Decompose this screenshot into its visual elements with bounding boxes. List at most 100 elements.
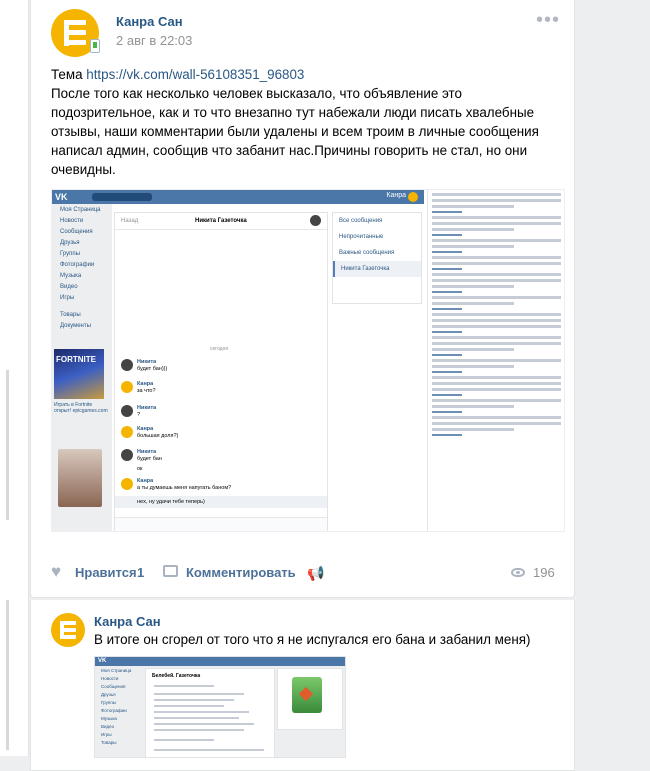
comment-button[interactable]: Комментировать bbox=[186, 565, 296, 580]
sidebar-item: Группы bbox=[101, 700, 116, 705]
sidebar-item: Товары bbox=[101, 740, 117, 745]
sidebar-item: Сообщения bbox=[101, 684, 126, 689]
attached-screenshot[interactable]: VK Канра Моя Страница Новости Сообщения … bbox=[51, 189, 565, 532]
thread-line bbox=[432, 245, 515, 248]
chat-day: сегодня bbox=[210, 346, 229, 352]
sidebar-item: Друзья bbox=[101, 692, 116, 697]
thread-line bbox=[432, 302, 515, 305]
msg-author: Канра bbox=[137, 426, 154, 432]
thread-reply bbox=[432, 371, 462, 373]
thread-line bbox=[432, 348, 515, 351]
thread-line bbox=[432, 342, 561, 345]
thread-line bbox=[432, 193, 561, 196]
thread-line bbox=[432, 199, 561, 202]
thread-reply bbox=[432, 268, 462, 270]
msg-avatar bbox=[121, 449, 133, 461]
msg-text: за что? bbox=[137, 388, 156, 394]
thread-reply bbox=[432, 354, 462, 356]
thread-reply bbox=[432, 434, 462, 436]
post-link[interactable]: https://vk.com/wall-56108351_96803 bbox=[86, 67, 304, 82]
msg-avatar bbox=[121, 381, 133, 393]
comment-avatar[interactable] bbox=[51, 613, 85, 647]
thread-reply bbox=[432, 394, 462, 396]
msg-author: Канра bbox=[137, 478, 154, 484]
ad-title: FORTNITE bbox=[56, 355, 96, 364]
group-page: Белебей. Газеточка bbox=[145, 668, 275, 757]
sidebar-item: Игры bbox=[101, 732, 112, 737]
mobile-icon bbox=[90, 39, 100, 53]
text-line bbox=[154, 749, 264, 751]
like-count[interactable]: 1 bbox=[137, 565, 144, 580]
sidebar-item: Моя Страница bbox=[60, 207, 101, 213]
thread-reply bbox=[432, 211, 462, 213]
comment-screenshot[interactable]: VK Моя Страница Новости Сообщения Друзья… bbox=[94, 656, 346, 758]
thread-line bbox=[432, 205, 515, 208]
msg-author: Никита bbox=[137, 359, 157, 365]
chat-message-plain: нeх, ну удачи тебе теперь) bbox=[137, 499, 205, 505]
share-icon[interactable]: 📢 bbox=[307, 565, 324, 582]
msg-avatar bbox=[121, 405, 133, 417]
avatar-logo-stem bbox=[64, 20, 69, 46]
sidebar-item: Видео bbox=[60, 284, 78, 290]
like-button[interactable]: Нравится bbox=[75, 565, 137, 580]
divider bbox=[6, 600, 9, 750]
header-username: Канра bbox=[386, 192, 406, 199]
ad-image-person bbox=[58, 449, 102, 507]
page: Канра Сан 2 авг в 22:03 ••• Тема https:/… bbox=[0, 0, 650, 771]
thread-line bbox=[432, 365, 515, 368]
thread-line bbox=[432, 256, 561, 259]
comment-author[interactable]: Канра Сан bbox=[94, 614, 161, 629]
thread-line bbox=[432, 382, 561, 385]
text-line bbox=[154, 699, 234, 701]
comment-card: Канра Сан В итоге он сгорел от того что … bbox=[30, 600, 575, 771]
sidebar-item: Фотографии bbox=[101, 708, 127, 713]
text-line bbox=[154, 729, 244, 731]
thread-line bbox=[432, 262, 561, 265]
thread-line bbox=[432, 422, 561, 425]
thread-line bbox=[432, 336, 561, 339]
author-avatar[interactable] bbox=[51, 9, 100, 57]
heart-icon[interactable]: ♥ bbox=[51, 563, 67, 580]
vk-logo-icon: VK bbox=[55, 192, 68, 202]
header-avatar bbox=[408, 192, 418, 202]
vk-header: VK Канра bbox=[52, 190, 424, 204]
post-text-body: После того как несколько человек высказа… bbox=[51, 86, 539, 177]
more-options-icon[interactable]: ••• bbox=[536, 10, 559, 30]
thread-line bbox=[432, 376, 561, 379]
msg-text: будет бан))) bbox=[137, 366, 168, 372]
thread-reply bbox=[432, 251, 462, 253]
sidebar-item: Новости bbox=[60, 218, 84, 224]
filter-item-selected: Никита Газеточка bbox=[333, 261, 421, 277]
vk-sidebar: Моя Страница Новости Сообщения Друзья Гр… bbox=[52, 204, 112, 531]
thread-reply bbox=[432, 234, 462, 236]
text-line bbox=[154, 711, 249, 713]
sidebar-item: Новости bbox=[101, 676, 119, 681]
post-date[interactable]: 2 авг в 22:03 bbox=[116, 33, 192, 48]
comment-text: В итоге он сгорел от того что я не испуг… bbox=[94, 632, 531, 647]
chat-window: Назад Никита Газеточка сегодня Никита буд… bbox=[114, 212, 328, 531]
ad-caption: Играть в Fortnite открыт! epicgames.com bbox=[54, 402, 108, 414]
thread-line bbox=[432, 359, 561, 362]
vk-logo-icon: VK bbox=[98, 658, 107, 664]
text-line bbox=[154, 685, 214, 687]
chat-title: Никита Газеточка bbox=[195, 218, 247, 224]
comments-thread-image bbox=[427, 190, 564, 531]
comment-icon[interactable] bbox=[163, 565, 178, 577]
sidebar-item: Документы bbox=[60, 323, 91, 329]
post-author[interactable]: Канра Сан bbox=[116, 14, 183, 29]
thread-line bbox=[432, 239, 561, 242]
vk-header: VK bbox=[95, 657, 345, 666]
post-text: Тема https://vk.com/wall-56108351_96803 … bbox=[51, 65, 551, 179]
post-actions: ♥ Нравится 1 Комментировать 📢 196 bbox=[51, 562, 555, 584]
text-line bbox=[154, 705, 224, 707]
group-title: Белебей. Газеточка bbox=[152, 673, 201, 679]
msg-text: ? bbox=[137, 412, 141, 418]
group-avatar-card bbox=[277, 668, 343, 730]
sidebar-item: Моя Страница bbox=[101, 668, 132, 673]
thread-line bbox=[432, 416, 561, 419]
chat-filter-menu: Все сообщения Непрочитанные Важные сообщ… bbox=[332, 212, 422, 304]
thread-line bbox=[432, 399, 561, 402]
thread-line bbox=[432, 405, 515, 408]
search-input bbox=[92, 193, 152, 201]
post-card: Канра Сан 2 авг в 22:03 ••• Тема https:/… bbox=[30, 0, 575, 598]
